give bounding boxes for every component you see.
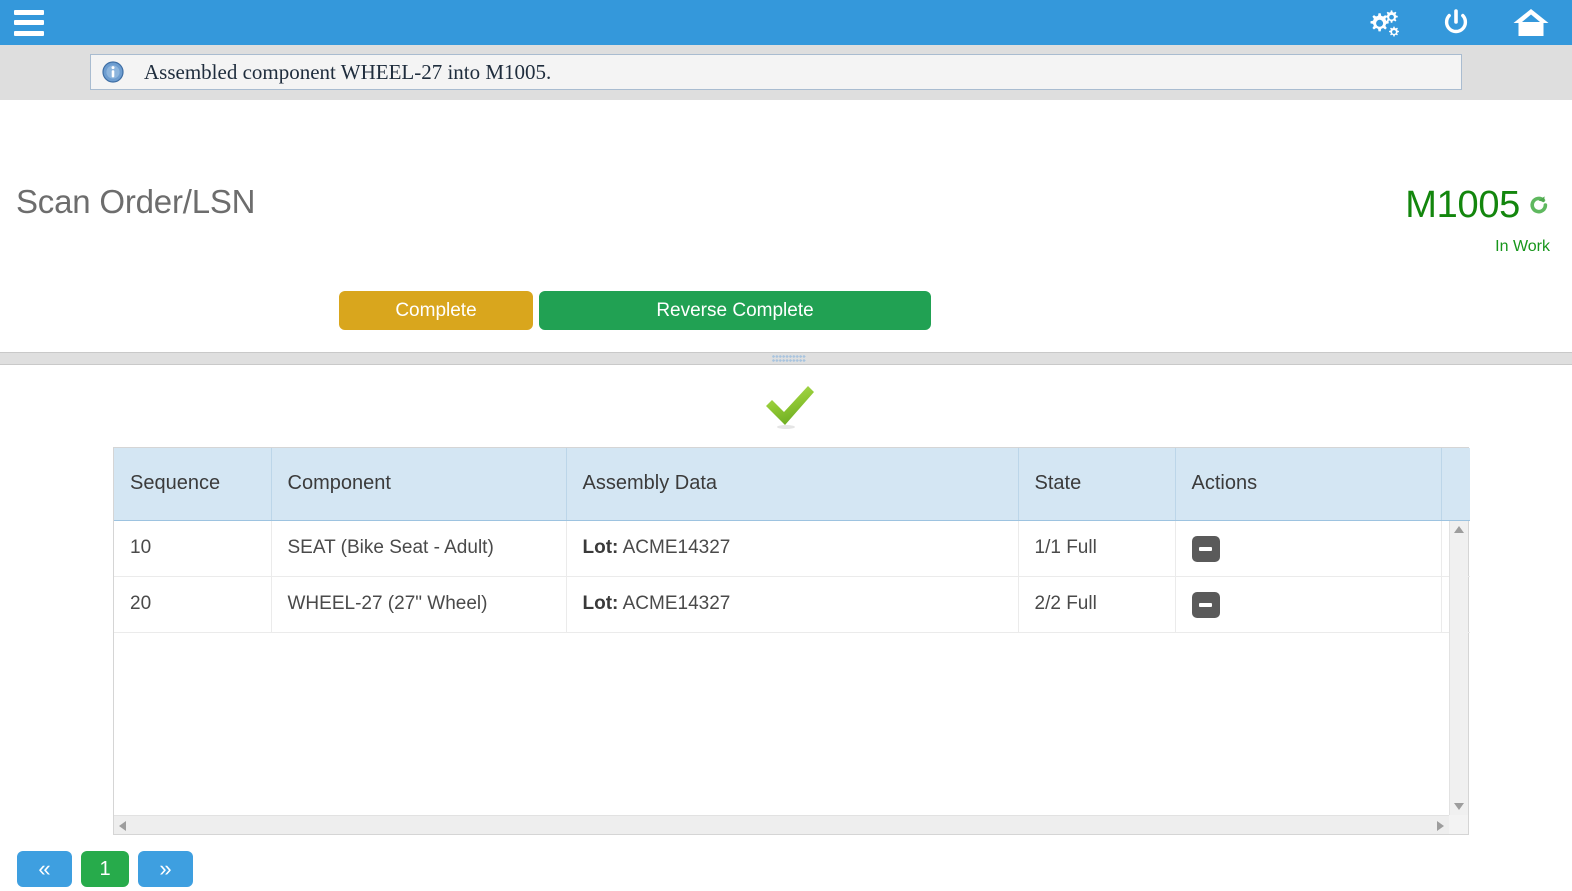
green-checkmark-icon — [762, 382, 818, 430]
remove-icon[interactable] — [1191, 535, 1220, 562]
column-header-component[interactable]: Component — [271, 448, 567, 521]
hamburger-bar — [14, 20, 44, 25]
home-icon[interactable] — [1510, 6, 1552, 40]
info-circle-icon — [102, 61, 124, 83]
grid-horizontal-scrollbar[interactable] — [114, 815, 1449, 834]
pagination-first-button[interactable]: « — [17, 851, 72, 887]
order-status: In Work — [1495, 238, 1550, 255]
pagination: « 1 » — [17, 851, 193, 887]
components-grid: Sequence Component Assembly Data State A… — [113, 447, 1470, 835]
page-title: Scan Order/LSN — [16, 183, 256, 220]
lot-label: Lot: — [582, 593, 619, 614]
column-header-sequence[interactable]: Sequence — [114, 448, 272, 521]
order-id-row: M1005 — [1405, 186, 1550, 224]
panel-splitter — [0, 352, 1572, 365]
cell-assembly-data: Lot: ACME14327 — [566, 576, 1019, 633]
gears-icon[interactable] — [1364, 8, 1402, 38]
cell-state: 1/1 Full — [1018, 520, 1176, 577]
message-strip: Assembled component WHEEL-27 into M1005. — [0, 45, 1572, 100]
app-header-actions — [1364, 6, 1572, 40]
message-text: Assembled component WHEEL-27 into M1005. — [144, 59, 552, 84]
hamburger-bar — [14, 9, 44, 15]
table-row[interactable]: 20 WHEEL-27 (27" Wheel) Lot: ACME14327 2… — [114, 576, 1470, 633]
cell-sequence: 20 — [114, 576, 272, 633]
column-header-spacer — [1441, 448, 1470, 521]
action-button-row: Complete Reverse Complete — [339, 291, 931, 330]
complete-button[interactable]: Complete — [339, 291, 533, 330]
table-header-row: Sequence Component Assembly Data State A… — [114, 448, 1470, 521]
table-row[interactable]: 10 SEAT (Bike Seat - Adult) Lot: ACME143… — [114, 520, 1470, 577]
cell-assembly-data: Lot: ACME14327 — [566, 520, 1019, 577]
power-icon[interactable] — [1440, 7, 1472, 39]
cell-actions — [1175, 520, 1442, 577]
reverse-complete-button[interactable]: Reverse Complete — [539, 291, 931, 330]
order-id: M1005 — [1405, 184, 1520, 226]
pagination-current-page[interactable]: 1 — [81, 851, 129, 887]
minus-bar — [1199, 602, 1212, 607]
hamburger-menu-icon[interactable] — [14, 9, 44, 36]
components-table: Sequence Component Assembly Data State A… — [114, 448, 1470, 633]
order-summary: M1005 In Work — [1405, 186, 1550, 256]
cell-actions — [1175, 576, 1442, 633]
app-header-bar — [0, 0, 1572, 45]
column-header-actions[interactable]: Actions — [1175, 448, 1442, 521]
remove-icon[interactable] — [1191, 591, 1220, 618]
cell-sequence: 10 — [114, 520, 272, 577]
info-message-box: Assembled component WHEEL-27 into M1005. — [90, 54, 1462, 90]
arrow-left-icon[interactable] — [119, 821, 126, 831]
minus-bar — [1199, 546, 1212, 551]
column-header-assembly-data[interactable]: Assembly Data — [566, 448, 1019, 521]
column-header-state[interactable]: State — [1018, 448, 1176, 521]
lot-value: ACME14327 — [622, 537, 731, 558]
splitter-grip-handle[interactable] — [772, 355, 806, 363]
scrollbar-corner — [1449, 815, 1468, 834]
cell-component: WHEEL-27 (27" Wheel) — [271, 576, 567, 633]
arrow-right-icon[interactable] — [1437, 821, 1444, 831]
arrow-up-icon[interactable] — [1454, 526, 1464, 533]
grid-vertical-scrollbar[interactable] — [1449, 521, 1468, 815]
lot-value: ACME14327 — [622, 593, 731, 614]
pagination-next-button[interactable]: » — [138, 851, 193, 887]
hamburger-bar — [14, 30, 44, 36]
lot-label: Lot: — [582, 537, 619, 558]
cell-state: 2/2 Full — [1018, 576, 1176, 633]
arrow-down-icon[interactable] — [1454, 803, 1464, 810]
refresh-icon[interactable] — [1528, 194, 1550, 216]
cell-component: SEAT (Bike Seat - Adult) — [271, 520, 567, 577]
